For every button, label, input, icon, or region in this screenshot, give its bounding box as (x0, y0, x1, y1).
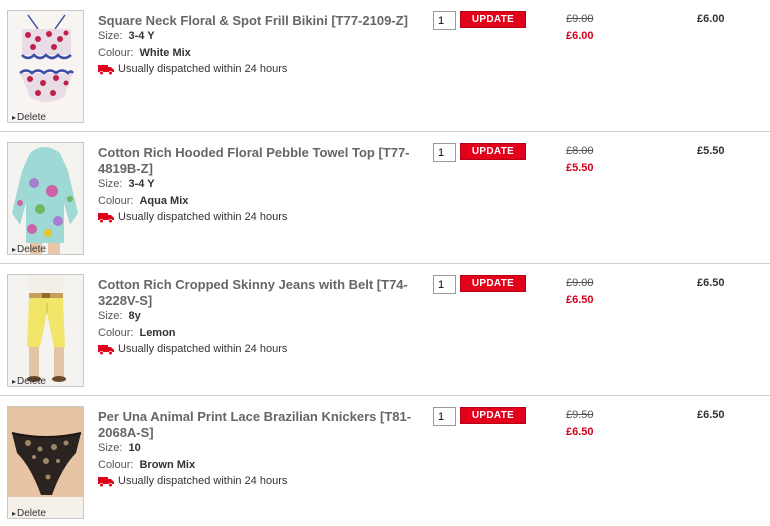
knickers-product-image[interactable] (7, 406, 84, 519)
colour-line: Colour: White Mix (98, 46, 191, 60)
delete-label: Delete (17, 244, 46, 255)
quantity-input[interactable] (433, 143, 456, 162)
update-button[interactable]: UPDATE (460, 275, 526, 292)
product-title[interactable]: Cotton Rich Hooded Floral Pebble Towel T… (98, 145, 418, 177)
dispatch-info: Usually dispatched within 24 hours (98, 474, 287, 488)
line-total: £6.50 (697, 409, 725, 421)
dispatch-text: Usually dispatched within 24 hours (118, 475, 288, 487)
basket-item: ▸Delete Cotton Rich Hooded Floral Pebble… (0, 132, 770, 264)
size-label: Size: (98, 442, 123, 454)
colour-label: Colour: (98, 327, 134, 339)
delivery-van-icon (98, 344, 114, 355)
line-total: £6.00 (697, 13, 725, 25)
delete-link[interactable]: ▸Delete (12, 376, 46, 387)
dispatch-text: Usually dispatched within 24 hours (118, 63, 288, 75)
colour-value: Lemon (139, 327, 176, 339)
colour-label: Colour: (98, 195, 134, 207)
colour-value: White Mix (139, 47, 191, 59)
size-label: Size: (98, 310, 123, 322)
dispatch-info: Usually dispatched within 24 hours (98, 342, 287, 356)
now-price: £5.50 (566, 162, 594, 174)
colour-label: Colour: (98, 459, 134, 471)
basket-item: ▸Delete Per Una Animal Print Lace Brazil… (0, 396, 770, 526)
arrow-right-icon: ▸ (12, 113, 17, 122)
colour-line: Colour: Aqua Mix (98, 194, 188, 208)
size-line: Size: 3-4 Y (98, 177, 155, 191)
was-price: £8.00 (566, 145, 594, 157)
delete-label: Delete (17, 112, 46, 123)
size-value: 10 (128, 442, 141, 454)
delivery-van-icon (98, 476, 114, 487)
jeans-product-image[interactable] (7, 274, 84, 387)
now-price: £6.50 (566, 294, 594, 306)
colour-label: Colour: (98, 47, 134, 59)
delivery-van-icon (98, 64, 114, 75)
dispatch-info: Usually dispatched within 24 hours (98, 210, 287, 224)
size-line: Size: 3-4 Y (98, 29, 155, 43)
dispatch-text: Usually dispatched within 24 hours (118, 211, 288, 223)
size-value: 8y (128, 310, 141, 322)
colour-value: Aqua Mix (139, 195, 189, 207)
now-price: £6.00 (566, 30, 594, 42)
size-label: Size: (98, 30, 123, 42)
colour-line: Colour: Brown Mix (98, 458, 195, 472)
dispatch-info: Usually dispatched within 24 hours (98, 62, 287, 76)
now-price: £6.50 (566, 426, 594, 438)
size-value: 3-4 Y (128, 30, 155, 42)
product-title[interactable]: Square Neck Floral & Spot Frill Bikini [… (98, 13, 418, 29)
was-price: £9.00 (566, 277, 594, 289)
arrow-right-icon: ▸ (12, 377, 17, 386)
was-price: £9.50 (566, 409, 594, 421)
size-label: Size: (98, 178, 123, 190)
line-total: £5.50 (697, 145, 725, 157)
was-price: £9.00 (566, 13, 594, 25)
delete-link[interactable]: ▸Delete (12, 112, 46, 123)
dispatch-text: Usually dispatched within 24 hours (118, 343, 288, 355)
arrow-right-icon: ▸ (12, 509, 17, 518)
delete-label: Delete (17, 376, 46, 387)
update-button[interactable]: UPDATE (460, 407, 526, 424)
quantity-input[interactable] (433, 407, 456, 426)
size-line: Size: 10 (98, 441, 141, 455)
delete-link[interactable]: ▸Delete (12, 244, 46, 255)
bikini-product-image[interactable] (7, 10, 84, 123)
arrow-right-icon: ▸ (12, 245, 17, 254)
delete-label: Delete (17, 508, 46, 519)
basket-item: ▸Delete Square Neck Floral & Spot Frill … (0, 0, 770, 132)
size-line: Size: 8y (98, 309, 141, 323)
update-button[interactable]: UPDATE (460, 11, 526, 28)
delivery-van-icon (98, 212, 114, 223)
quantity-input[interactable] (433, 11, 456, 30)
hooded-top-product-image[interactable] (7, 142, 84, 255)
delete-link[interactable]: ▸Delete (12, 508, 46, 519)
quantity-input[interactable] (433, 275, 456, 294)
product-title[interactable]: Per Una Animal Print Lace Brazilian Knic… (98, 409, 418, 441)
colour-line: Colour: Lemon (98, 326, 176, 340)
line-total: £6.50 (697, 277, 725, 289)
update-button[interactable]: UPDATE (460, 143, 526, 160)
colour-value: Brown Mix (139, 459, 196, 471)
basket-item: ▸Delete Cotton Rich Cropped Skinny Jeans… (0, 264, 770, 396)
product-title[interactable]: Cotton Rich Cropped Skinny Jeans with Be… (98, 277, 418, 309)
size-value: 3-4 Y (128, 178, 155, 190)
